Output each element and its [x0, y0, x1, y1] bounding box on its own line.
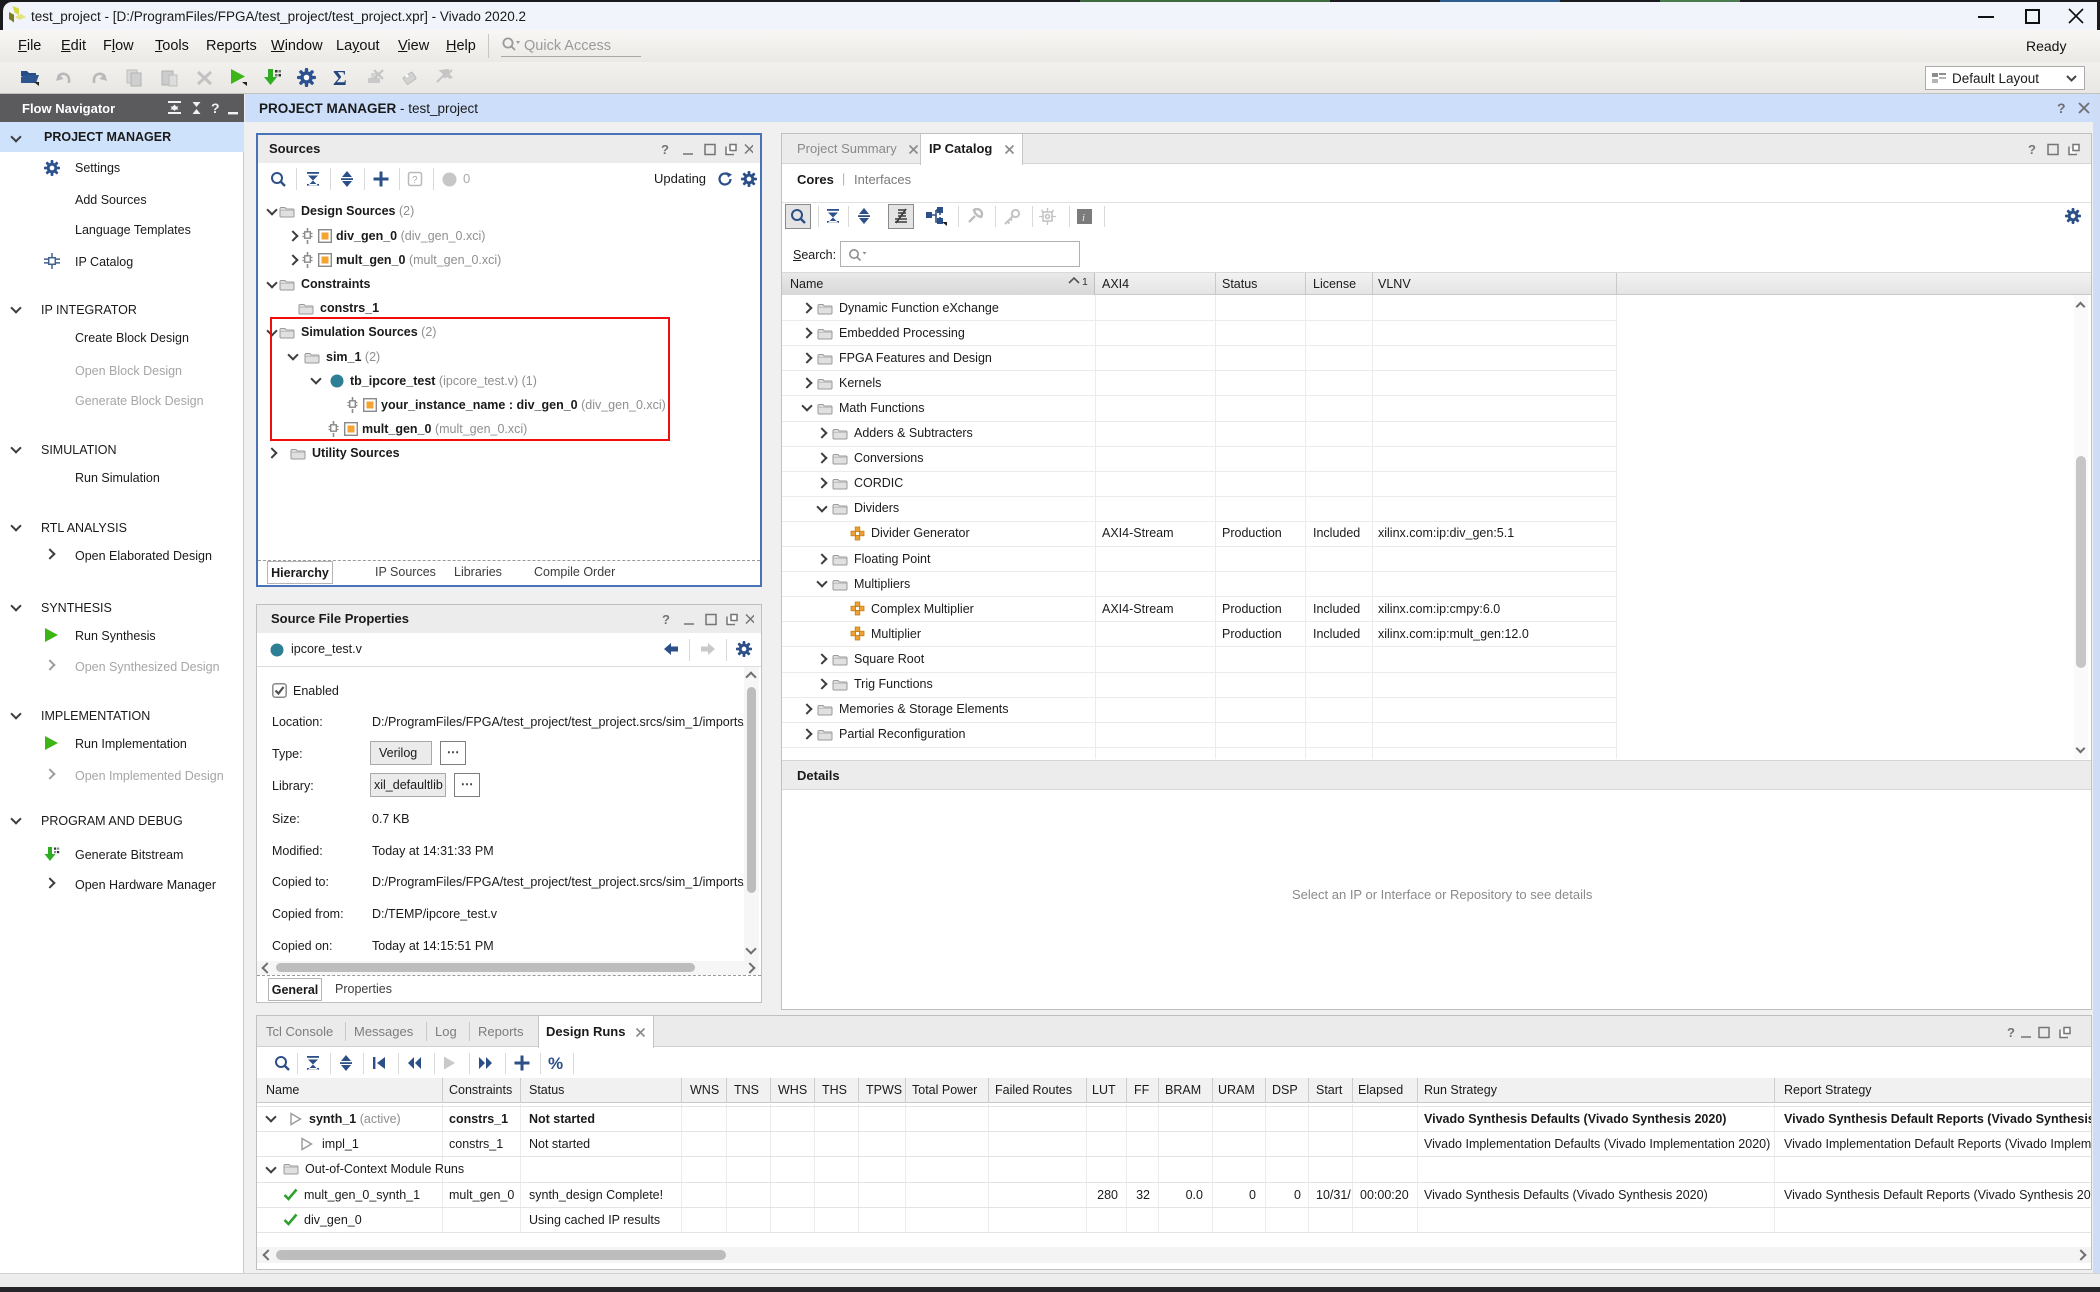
svg-text:?: ? — [2028, 142, 2036, 156]
svg-text:?: ? — [661, 142, 669, 156]
svg-text:?: ? — [211, 100, 220, 116]
svg-text:i: i — [1082, 212, 1085, 224]
svg-text:?: ? — [662, 612, 670, 626]
svg-text:?: ? — [412, 175, 418, 186]
